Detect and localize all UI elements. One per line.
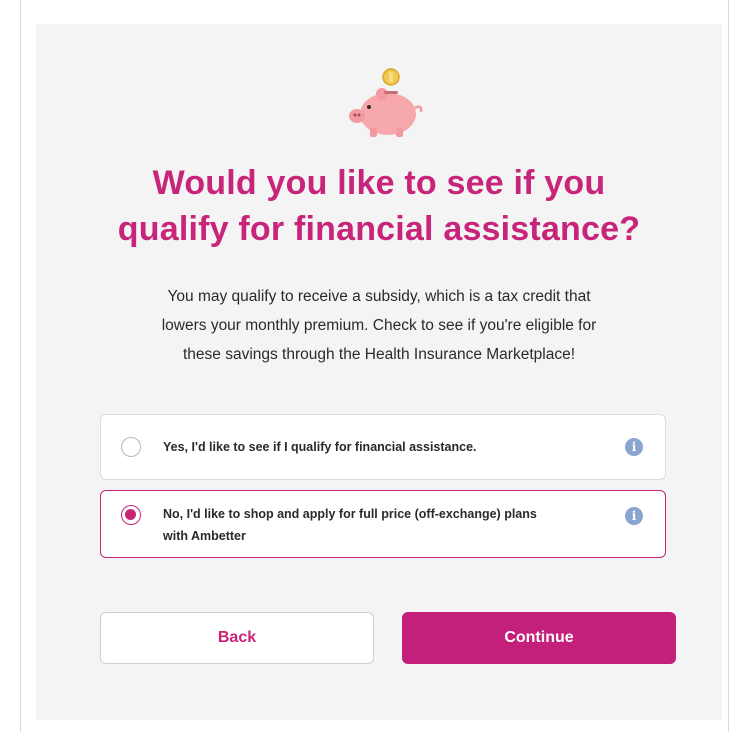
title-line-2: qualify for financial assistance?	[117, 210, 641, 248]
info-icon[interactable]: i	[625, 507, 643, 525]
continue-button[interactable]: Continue	[402, 612, 676, 664]
option-label: Yes, I'd like to see if I qualify for fi…	[163, 436, 603, 458]
option-label: No, I'd like to shop and apply for full …	[163, 503, 603, 547]
option-full-price-plans[interactable]: No, I'd like to shop and apply for full …	[100, 490, 666, 558]
option-qualify-assistance[interactable]: Yes, I'd like to see if I qualify for fi…	[100, 414, 666, 480]
option-label-line-1: No, I'd like to shop and apply for full …	[163, 507, 537, 521]
description-line-3: these savings through the Health Insuran…	[182, 346, 576, 363]
option-label-line-1: Yes, I'd like to see if I qualify for fi…	[163, 440, 477, 454]
radio-dot	[125, 509, 136, 520]
description-line-2: lowers your monthly premium. Check to se…	[161, 317, 597, 334]
piggy-bank-icon	[349, 68, 423, 137]
title-line-1: Would you like to see if you	[152, 164, 606, 202]
page-title: Would you like to see if you qualify for…	[36, 160, 722, 252]
radio-unselected[interactable]	[121, 437, 141, 457]
frame-border-right	[728, 0, 729, 732]
option-label-line-2: with Ambetter	[163, 529, 246, 543]
description: You may qualify to receive a subsidy, wh…	[96, 282, 662, 369]
info-icon[interactable]: i	[625, 438, 643, 456]
back-button[interactable]: Back	[100, 612, 374, 664]
description-line-1: You may qualify to receive a subsidy, wh…	[167, 288, 591, 305]
frame-border-left	[20, 0, 21, 732]
radio-selected[interactable]	[121, 505, 141, 525]
